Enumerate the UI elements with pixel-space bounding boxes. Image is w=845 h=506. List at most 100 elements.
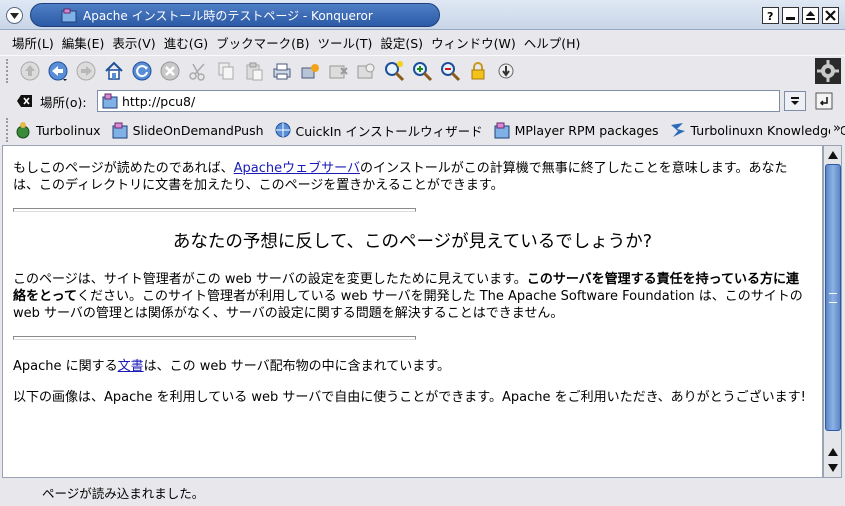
binoculars-icon (357, 63, 375, 78)
scissors-icon (189, 62, 205, 81)
menu-settings[interactable]: 設定(S) (376, 33, 427, 52)
scroll-down-button[interactable] (825, 460, 841, 476)
menu-bookmarks[interactable]: ブックマーク(B) (212, 33, 313, 52)
maximize-icon (806, 11, 815, 20)
window-title-pill: Apache インストール時のテストページ - Konqueror (30, 3, 440, 27)
intro-paragraph: もしこのページが読めたのであれば、Apacheウェブサーバのインストールがこの計… (13, 161, 788, 193)
scroll-up-button[interactable] (825, 147, 841, 163)
maximize-button[interactable] (802, 7, 819, 24)
bookmarks-overflow-button[interactable]: » (830, 121, 841, 136)
cut-button[interactable] (184, 57, 212, 85)
reload-button[interactable] (128, 57, 156, 85)
burst-icon (301, 63, 319, 78)
page-view[interactable]: もしこのページが読めたのであれば、Apacheウェブサーバのインストールがこの計… (2, 145, 823, 478)
url-field[interactable] (97, 90, 780, 112)
url-history-dropdown[interactable] (784, 91, 806, 111)
zoom-in-icon (413, 61, 433, 81)
bookmark-turbolinux-knowledge[interactable]: Turbolinuxn Knowledge C (669, 121, 845, 139)
minimize-icon (786, 17, 795, 20)
home-icon (105, 61, 123, 80)
clear-location-icon[interactable] (16, 93, 34, 109)
activity-indicator (815, 58, 841, 84)
bookmark-turbolinux[interactable]: Turbolinux (14, 121, 101, 139)
dropdown-arrow-icon (791, 97, 799, 105)
menu-edit[interactable]: 編集(E) (58, 33, 109, 52)
forward-button[interactable] (72, 57, 100, 85)
globe-person-icon (16, 122, 30, 139)
webpage-icon (112, 122, 128, 139)
reload-icon (132, 61, 152, 80)
window-menu-button[interactable] (6, 7, 23, 24)
title-bar: Apache インストール時のテストページ - Konqueror ? (0, 0, 845, 30)
menu-go[interactable]: 進む(G) (160, 33, 212, 52)
arrow-up-icon (828, 151, 838, 159)
lock-button[interactable] (464, 57, 492, 85)
menu-help[interactable]: ヘルプ(H) (520, 33, 585, 52)
bookmark-label: CuickIn インストールウィザード (295, 123, 483, 139)
admin-paragraph: このページは、サイト管理者がこの web サーバの設定を変更したために見えていま… (13, 272, 803, 321)
page-favicon (102, 93, 118, 109)
docs-paragraph: Apache に関する文書は、この web サーバ配布物の中に含まれています。 (13, 359, 450, 374)
window-icon (329, 65, 348, 78)
bookmark-label: Turbolinuxn Knowledge C (690, 122, 845, 138)
bookmarks-grip[interactable] (6, 118, 8, 142)
paste-button[interactable] (240, 57, 268, 85)
stop-button[interactable] (156, 57, 184, 85)
minimize-button[interactable] (782, 7, 799, 24)
zoom-button[interactable] (380, 57, 408, 85)
bookmark-slideondemandpush[interactable]: SlideOnDemandPush (111, 121, 264, 139)
status-bar: ページが読み込まれました。 (0, 479, 845, 506)
globe-icon (275, 122, 291, 138)
bookmark-mplayer[interactable]: MPlayer RPM packages (493, 121, 659, 139)
print-button[interactable] (268, 57, 296, 85)
svg-text:?: ? (767, 10, 773, 21)
status-text: ページが読み込まれました。 (42, 486, 205, 501)
menu-location[interactable]: 場所(L) (8, 33, 58, 52)
konqueror-app-icon (61, 8, 77, 23)
horizontal-rule (13, 208, 416, 212)
stop-icon (160, 61, 180, 80)
location-bar: 場所(o): (0, 87, 845, 115)
url-input[interactable] (122, 93, 742, 109)
home-button[interactable] (100, 57, 128, 85)
turbolinux-logo-icon (670, 123, 685, 137)
close-icon (825, 10, 836, 21)
find-button[interactable] (352, 57, 380, 85)
zoom-in-button[interactable] (408, 57, 436, 85)
documentation-link[interactable]: 文書 (118, 359, 144, 374)
menu-view[interactable]: 表示(V) (108, 33, 159, 52)
page-content: もしこのページが読めたのであれば、Apacheウェブサーバのインストールがこの計… (3, 146, 822, 406)
toolbar-grip[interactable] (6, 58, 10, 83)
location-label: 場所(o): (40, 94, 87, 110)
window-title: Apache インストール時のテストページ - Konqueror (83, 8, 373, 23)
zoom-out-icon (441, 61, 461, 81)
page-heading: あなたの予想に反して、このページが見えているでしょうか? (172, 232, 653, 252)
security-button[interactable] (296, 57, 324, 85)
scroll-up-button-lower[interactable] (825, 444, 841, 460)
up-arrow-icon (20, 61, 40, 80)
bookmark-cuickin[interactable]: CuickIn インストールウィザード (274, 121, 483, 140)
apache-web-server-link[interactable]: Apacheウェブサーバ (234, 161, 360, 176)
help-button[interactable]: ? (762, 7, 779, 24)
up-button[interactable] (16, 57, 44, 85)
go-icon[interactable] (814, 91, 834, 111)
download-button[interactable] (492, 57, 520, 85)
scroll-thumb-grip (829, 293, 837, 303)
menu-window[interactable]: ウィンドウ(W) (427, 33, 520, 52)
horizontal-rule (13, 336, 416, 340)
scroll-thumb[interactable] (825, 164, 841, 431)
copy-button[interactable] (212, 57, 240, 85)
window-controls: ? (762, 7, 839, 24)
close-button[interactable] (822, 7, 839, 24)
lock-icon (471, 61, 485, 79)
arrow-down-icon (828, 464, 838, 472)
menu-tools[interactable]: ツール(T) (313, 33, 376, 52)
main-toolbar (0, 55, 845, 85)
back-button[interactable] (44, 57, 72, 85)
zoom-out-button[interactable] (436, 57, 464, 85)
stop-animations-button[interactable] (324, 57, 352, 85)
arrow-up-icon (828, 448, 838, 456)
bookmark-label: Turbolinux (36, 122, 101, 138)
forward-arrow-icon (76, 61, 96, 80)
vertical-scrollbar[interactable] (823, 145, 842, 478)
